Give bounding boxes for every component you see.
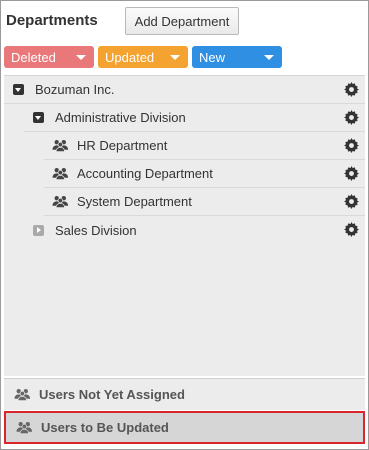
- filter-new-label: New: [199, 49, 226, 65]
- gear-icon[interactable]: [344, 166, 359, 181]
- group-icon: [52, 168, 69, 180]
- gear-icon[interactable]: [344, 110, 359, 125]
- collapse-toggle-icon[interactable]: [33, 112, 44, 123]
- collapse-toggle-icon[interactable]: [13, 84, 24, 95]
- group-icon: [16, 422, 33, 434]
- users-to-be-updated-label: Users to Be Updated: [41, 420, 169, 435]
- chevron-down-icon: [264, 55, 274, 60]
- tree-item-sales-division[interactable]: Sales Division: [24, 216, 365, 244]
- add-department-button[interactable]: Add Department: [125, 7, 239, 35]
- gear-icon[interactable]: [344, 82, 359, 97]
- group-icon: [52, 196, 69, 208]
- filter-updated-dropdown[interactable]: Updated: [98, 46, 188, 68]
- tree-item-bozuman[interactable]: Bozuman Inc.: [4, 76, 365, 104]
- chevron-down-icon: [170, 55, 180, 60]
- chevron-down-icon: [76, 55, 86, 60]
- gear-icon[interactable]: [344, 194, 359, 209]
- filter-updated-label: Updated: [105, 49, 155, 65]
- page-title: Departments: [6, 12, 98, 29]
- filter-new-dropdown[interactable]: New: [192, 46, 282, 68]
- department-tree: Bozuman Inc. Administrative Division HR …: [4, 75, 365, 376]
- gear-icon[interactable]: [344, 222, 359, 237]
- tree-item-label: Sales Division: [55, 222, 137, 238]
- filter-deleted-label: Deleted: [11, 49, 56, 65]
- tree-item-hr-department[interactable]: HR Department: [44, 132, 365, 160]
- tree-item-accounting-department[interactable]: Accounting Department: [44, 160, 365, 188]
- tree-item-label: Administrative Division: [55, 110, 186, 125]
- group-icon: [52, 140, 69, 152]
- tree-item-label: Accounting Department: [77, 166, 213, 181]
- users-to-be-updated-item[interactable]: Users to Be Updated: [4, 411, 365, 444]
- panel-header: Departments Add Department: [1, 1, 368, 41]
- users-not-yet-assigned-label: Users Not Yet Assigned: [39, 387, 185, 402]
- departments-panel: Departments Add Department Deleted Updat…: [0, 0, 369, 450]
- group-icon: [14, 389, 31, 401]
- tree-item-label: System Department: [77, 194, 192, 209]
- gear-icon[interactable]: [344, 138, 359, 153]
- expand-toggle-icon[interactable]: [33, 224, 44, 236]
- tree-item-label: Bozuman Inc.: [35, 82, 115, 97]
- tree-item-administrative-division[interactable]: Administrative Division: [24, 104, 365, 132]
- users-not-yet-assigned-item[interactable]: Users Not Yet Assigned: [4, 378, 365, 410]
- tree-item-system-department[interactable]: System Department: [44, 188, 365, 216]
- filter-deleted-dropdown[interactable]: Deleted: [4, 46, 94, 68]
- tree-item-label: HR Department: [77, 138, 168, 153]
